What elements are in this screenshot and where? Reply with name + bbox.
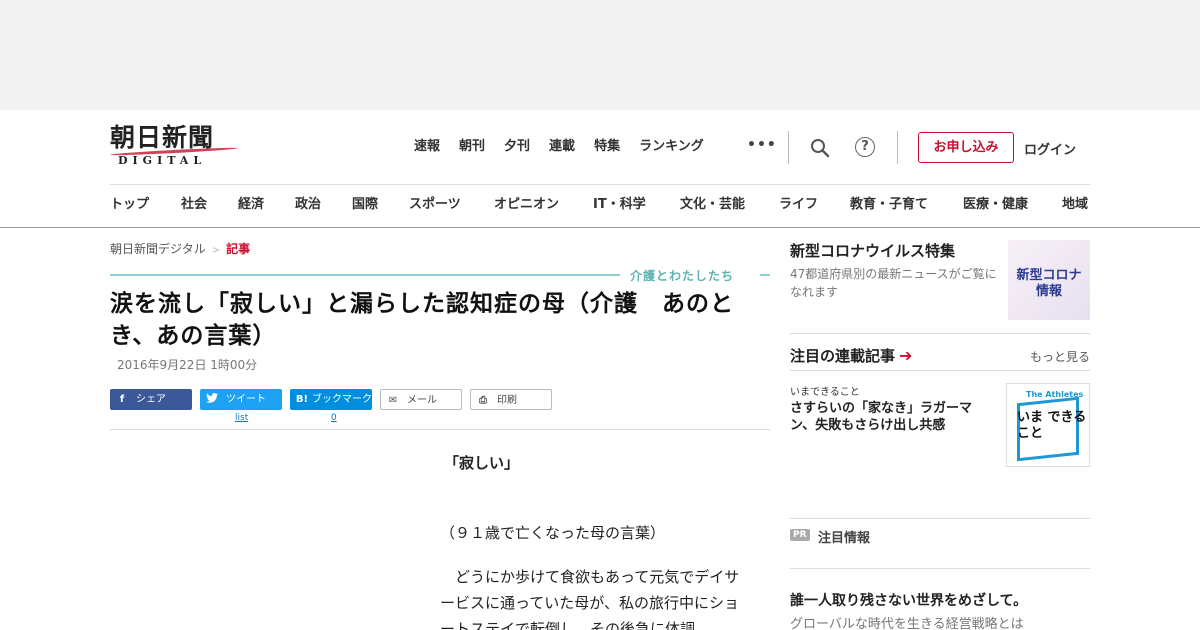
pr-badge: PR	[790, 529, 810, 541]
breadcrumb-separator: >	[211, 245, 221, 256]
cat-kyoiku[interactable]: 教育・子育て	[850, 196, 963, 214]
rensai-heading[interactable]: 注目の連載記事 ➔	[790, 345, 912, 366]
sidebar-divider	[790, 568, 1090, 569]
cat-keizai[interactable]: 経済	[238, 196, 295, 214]
category-nav: トップ 社会 経済 政治 国際 スポーツ オピニオン IT・科学 文化・芸能 ラ…	[110, 196, 1092, 214]
printer-icon: ⎙	[479, 395, 487, 406]
athletes-thumbnail[interactable]: The Athletes いま できること	[1006, 383, 1090, 467]
facebook-share-label: シェア	[136, 394, 166, 405]
ad-banner-area	[0, 0, 1200, 110]
cat-life[interactable]: ライフ	[779, 196, 850, 214]
logo-sub-text: DIGITAL	[118, 154, 207, 167]
cat-top[interactable]: トップ	[110, 196, 181, 214]
athletes-image-text: いま できること	[1017, 410, 1087, 441]
twitter-count[interactable]: list	[235, 413, 248, 423]
corona-feature-desc[interactable]: 47都道府県別の最新ニュースがご覧になれます	[790, 265, 1002, 301]
sidebar-divider	[790, 370, 1090, 371]
cat-it-kagaku[interactable]: IT・科学	[593, 196, 680, 214]
cat-sports[interactable]: スポーツ	[409, 196, 494, 214]
hatena-bookmark-button[interactable]: B! ブックマーク	[290, 389, 372, 410]
series-label[interactable]: 介護とわたしたち	[630, 267, 734, 284]
corona-image-text: 新型コロナ 情報	[1016, 268, 1082, 299]
article-divider	[110, 429, 770, 430]
breadcrumb-current: 記事	[226, 242, 251, 256]
asahi-digital-logo[interactable]: 朝日新聞 DIGITAL	[110, 124, 240, 170]
header-divider	[897, 131, 898, 164]
hatena-icon: B!	[295, 394, 309, 405]
rensai-headline[interactable]: さすらいの「家なき」ラガーマン、失敗もさらけ出し共感	[790, 400, 995, 434]
cat-shakai[interactable]: 社会	[181, 196, 238, 214]
body-quote: 「寂しい」	[444, 454, 520, 472]
article-date: 2016年9月22日 1時00分	[117, 358, 258, 372]
facebook-share-button[interactable]: f シェア	[110, 389, 192, 410]
rensai-kicker: いまできること	[790, 387, 860, 398]
print-button[interactable]: ⎙ 印刷	[470, 389, 552, 410]
mail-share-button[interactable]: ✉ メール	[380, 389, 462, 410]
twitter-share-label: ツイート	[226, 394, 266, 405]
body-spacer	[440, 476, 750, 520]
twitter-share-button[interactable]: ツイート	[200, 389, 282, 410]
nav-rensai[interactable]: 連載	[549, 138, 575, 156]
article-body: 「寂しい」 （９１歳で亡くなった母の言葉） どうにか歩けて食欲もあって元気でデイ…	[440, 450, 750, 630]
more-link[interactable]: もっと見る	[1030, 348, 1090, 365]
series-rule-end	[760, 274, 770, 276]
hatena-count[interactable]: 0	[331, 413, 337, 423]
nav-tokushu[interactable]: 特集	[594, 138, 620, 156]
corona-feature-image[interactable]: 新型コロナ 情報	[1008, 240, 1090, 320]
mail-icon: ✉	[388, 395, 398, 406]
nav-chokan[interactable]: 朝刊	[459, 138, 485, 156]
twitter-icon	[204, 389, 220, 410]
cat-kokusai[interactable]: 国際	[352, 196, 409, 214]
sidebar-divider	[790, 518, 1090, 519]
body-caption: （９１歳で亡くなった母の言葉）	[440, 524, 666, 542]
header-rule	[110, 184, 1090, 185]
facebook-icon: f	[119, 394, 125, 405]
apply-button[interactable]: お申し込み	[918, 132, 1014, 163]
body-paragraph: どうにか歩けて食欲もあって元気でデイサービスに通っていた母が、私の旅行中にショー…	[440, 568, 740, 630]
breadcrumb: 朝日新聞デジタル > 記事	[110, 240, 250, 257]
sidebar-divider	[790, 333, 1090, 334]
series-bar: 介護とわたしたち	[110, 267, 770, 288]
corona-feature-title[interactable]: 新型コロナウイルス特集	[790, 240, 955, 261]
cat-bunka[interactable]: 文化・芸能	[680, 196, 779, 214]
pr-label: 注目情報	[818, 531, 871, 546]
article-title: 涙を流し「寂しい」と漏らした認知症の母（介護 あのとき、あの言葉）	[110, 291, 734, 349]
more-menu-icon[interactable]: •••	[747, 137, 777, 153]
rensai-heading-label: 注目の連載記事	[790, 347, 896, 365]
site-header: 朝日新聞 DIGITAL 速報 朝刊 夕刊 連載 特集 ランキング ••• ? …	[0, 110, 1200, 228]
breadcrumb-home[interactable]: 朝日新聞デジタル	[110, 242, 206, 256]
cat-iryo[interactable]: 医療・健康	[963, 196, 1062, 214]
nav-ranking[interactable]: ランキング	[639, 138, 704, 156]
login-link[interactable]: ログイン	[1024, 139, 1076, 158]
arrow-right-icon: ➔	[899, 346, 913, 365]
cat-seiji[interactable]: 政治	[295, 196, 352, 214]
print-label: 印刷	[497, 395, 517, 406]
share-buttons: f シェア ツイート B! ブックマーク ✉ メール ⎙ 印刷 list 0	[110, 389, 770, 429]
body-spacer	[440, 546, 750, 564]
pr-desc[interactable]: グローバルな時代を生きる経営戦略とは	[790, 613, 1024, 630]
search-icon[interactable]	[810, 138, 830, 158]
series-rule	[110, 274, 620, 276]
pr-title[interactable]: 誰一人取り残さない世界をめざして。	[790, 590, 1027, 610]
cat-opinion[interactable]: オピニオン	[494, 196, 593, 214]
hatena-bookmark-label: ブックマーク	[312, 394, 372, 405]
cat-chiiki[interactable]: 地域	[1062, 196, 1092, 214]
header-divider	[788, 131, 789, 164]
nav-yukan[interactable]: 夕刊	[504, 138, 530, 156]
mail-share-label: メール	[407, 395, 437, 406]
help-icon[interactable]: ?	[855, 137, 875, 157]
top-nav: 速報 朝刊 夕刊 連載 特集 ランキング	[414, 138, 723, 156]
nav-sokuho[interactable]: 速報	[414, 138, 440, 156]
